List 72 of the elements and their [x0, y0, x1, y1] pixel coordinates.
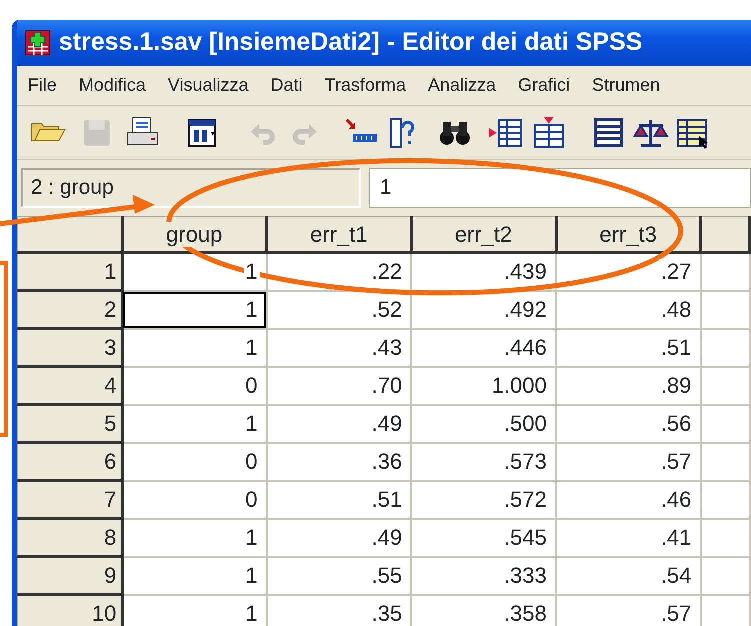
row-header[interactable]: 9 — [18, 556, 122, 594]
table-cell[interactable]: 1 — [122, 328, 267, 366]
table-cell[interactable] — [700, 252, 750, 290]
row-header[interactable]: 8 — [18, 518, 122, 556]
table-cell[interactable]: .51 — [556, 328, 701, 366]
menu-item[interactable]: Visualizza — [157, 72, 260, 99]
table-cell[interactable]: 1.000 — [411, 366, 556, 404]
row-header[interactable]: 7 — [18, 480, 122, 518]
row-header[interactable]: 4 — [18, 366, 122, 404]
menu-item[interactable]: Modifica — [68, 72, 158, 99]
row-header[interactable]: 5 — [18, 404, 122, 442]
column-header[interactable]: group — [122, 216, 267, 252]
table-cell[interactable]: .54 — [556, 556, 701, 594]
table-cell[interactable]: .500 — [411, 404, 556, 442]
column-header[interactable]: err_t1 — [266, 216, 412, 252]
table-cell[interactable]: .70 — [266, 366, 412, 404]
table-cell[interactable]: 1 — [122, 556, 267, 594]
table-cell[interactable]: .35 — [266, 594, 412, 626]
table-cell[interactable]: .333 — [411, 556, 556, 594]
table-cell[interactable]: .545 — [411, 518, 556, 556]
table-cell[interactable]: .572 — [411, 480, 556, 518]
table-cell[interactable]: .439 — [411, 252, 556, 290]
row-header[interactable]: 1 — [18, 252, 122, 290]
table-cell[interactable] — [700, 442, 750, 480]
column-header[interactable]: err_t3 — [556, 216, 701, 252]
table-cell[interactable]: .573 — [411, 442, 556, 480]
table-cell[interactable]: .36 — [266, 442, 412, 480]
table-cell[interactable] — [700, 290, 750, 328]
column-header[interactable] — [700, 216, 750, 252]
table-cell[interactable]: .57 — [556, 594, 701, 626]
menu-item[interactable]: Analizza — [417, 72, 508, 99]
row-header[interactable]: 10 — [18, 594, 122, 626]
table-cell[interactable]: 0 — [122, 442, 267, 480]
table-cell[interactable] — [700, 328, 750, 366]
table-cell[interactable]: .49 — [266, 518, 412, 556]
table-cell[interactable]: .89 — [556, 366, 701, 404]
window-title: stress.1.sav [InsiemeDati2] - Editor dei dati SPSS — [59, 27, 643, 58]
table-cell[interactable]: .49 — [266, 404, 412, 442]
table-cell[interactable]: .446 — [411, 328, 556, 366]
table-cell[interactable]: 1 — [122, 404, 267, 442]
table-cell[interactable]: .55 — [266, 556, 412, 594]
menu-item[interactable]: File — [17, 72, 68, 99]
table-cell[interactable]: .41 — [556, 518, 701, 556]
menu-item[interactable]: Trasforma — [314, 72, 418, 99]
table-cell[interactable]: .358 — [411, 594, 556, 626]
table-cell[interactable]: 0 — [122, 366, 267, 404]
table-cell[interactable]: .52 — [266, 290, 412, 328]
table-cell[interactable]: 1 — [122, 518, 267, 556]
table-cell[interactable] — [700, 594, 750, 626]
column-header[interactable]: err_t2 — [411, 216, 556, 252]
table-cell[interactable] — [700, 404, 750, 442]
table-cell[interactable]: 1 — [122, 290, 267, 328]
table-cell[interactable]: .46 — [556, 480, 701, 518]
table-cell[interactable] — [700, 480, 750, 518]
row-header[interactable]: 2 — [18, 290, 122, 328]
table-cell[interactable]: 1 — [122, 594, 267, 626]
table-cell[interactable]: .51 — [266, 480, 412, 518]
table-cell[interactable]: .57 — [556, 442, 701, 480]
row-header[interactable]: 6 — [18, 442, 122, 480]
menu-item[interactable]: Grafici — [507, 72, 582, 99]
table-cell[interactable]: .48 — [556, 290, 701, 328]
table-cell[interactable]: 0 — [122, 480, 267, 518]
menu-item[interactable]: Strumen — [581, 72, 672, 99]
table-cell[interactable] — [700, 556, 750, 594]
table-cell[interactable]: .56 — [556, 404, 701, 442]
table-cell[interactable] — [700, 518, 750, 556]
menu-item[interactable]: Dati — [260, 72, 314, 99]
cell-value-field[interactable]: 1 — [369, 168, 751, 208]
table-cell[interactable]: .43 — [266, 328, 412, 366]
table-cell[interactable] — [700, 366, 750, 404]
app-icon — [25, 30, 51, 56]
row-header[interactable]: 3 — [18, 328, 122, 366]
